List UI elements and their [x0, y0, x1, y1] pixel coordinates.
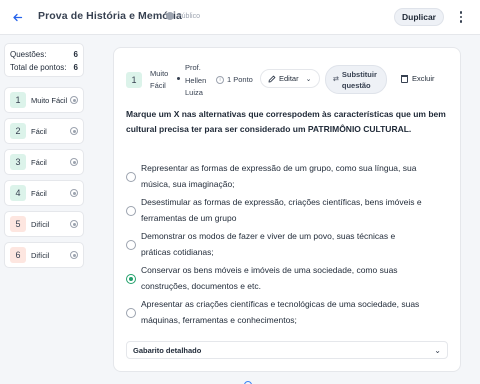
option-text: Apresentar as criações científicas e tec…: [141, 297, 419, 328]
radio-button[interactable]: [126, 205, 136, 216]
question-number-badge: 2: [10, 123, 26, 139]
radio-button-selected[interactable]: [126, 273, 136, 284]
option-text: Demonstrar os modos de fazer e viver de …: [141, 229, 395, 260]
option-line: Apresentar as criações científicas e tec…: [141, 299, 420, 309]
question-list-item[interactable]: 5 Difícil: [4, 211, 84, 237]
question-author: Prof. Hellen Luiza: [185, 62, 206, 100]
question-difficulty: Difícil: [31, 250, 50, 260]
question-number-badge: 4: [10, 185, 26, 201]
page-title: Prova de História e Memória: [38, 10, 182, 22]
option-line: Desestimular as formas de expressão, cri…: [141, 197, 422, 207]
edit-button[interactable]: Editar ⌄: [260, 69, 320, 88]
delete-label: Excluir: [412, 74, 435, 83]
question-number-badge: 1: [10, 92, 26, 108]
option-text: Desestimular as formas de expressão, cri…: [141, 195, 422, 226]
total-points-label: Total de pontos:: [10, 63, 67, 72]
option-line: construções, documentos e etc.: [141, 280, 262, 291]
question-difficulty: Difícil: [31, 219, 50, 229]
replace-label: Substituir questão: [342, 69, 377, 91]
question-difficulty: Muito Fácil: [31, 95, 68, 105]
replace-label-line: questão: [341, 80, 371, 90]
visibility-badge: Público: [166, 12, 200, 20]
chevron-down-icon: ⌄: [305, 75, 312, 83]
top-bar: Prova de História e Memória Público Dupl…: [0, 0, 480, 35]
question-list-item[interactable]: 2 Fácil: [4, 118, 84, 144]
questions-count-value: 6: [73, 50, 78, 59]
arrow-left-icon[interactable]: [9, 9, 25, 25]
replace-question-button[interactable]: ⇄ Substituir questão: [325, 65, 387, 94]
question-difficulty: Fácil: [31, 157, 47, 167]
quiz-summary: Questões: 6 Total de pontos: 6: [4, 43, 84, 77]
question-list-item[interactable]: 3 Fácil: [4, 149, 84, 175]
status-dot-icon: [70, 158, 78, 166]
question-number-badge: 5: [10, 216, 26, 232]
question-difficulty: Fácil: [31, 188, 47, 198]
question-points: i 1 Ponto: [216, 75, 253, 84]
total-points-value: 6: [73, 63, 78, 72]
status-dot-icon: [70, 251, 78, 259]
option-text: Representar as formas de expressão de um…: [141, 161, 416, 192]
difficulty-line: Fácil: [150, 81, 166, 90]
radio-button[interactable]: [126, 171, 136, 182]
option-line: música, sua imaginação;: [141, 178, 235, 189]
question-prompt: Marque um X nas alternativas que corresp…: [126, 109, 446, 134]
answer-option[interactable]: Apresentar as criações científicas e tec…: [126, 297, 448, 328]
answer-option[interactable]: Representar as formas de expressão de um…: [126, 161, 448, 192]
status-dot-icon: [70, 96, 78, 104]
chevron-down-icon: ⌄: [434, 345, 441, 355]
questions-count-label: Questões:: [10, 50, 47, 59]
feedback-label: Gabarito detalhado: [133, 345, 202, 355]
separator-dot: [177, 77, 180, 80]
answer-option[interactable]: Conservar os bens móveis e imóveis de um…: [126, 263, 448, 294]
edit-label: Editar: [279, 74, 299, 83]
question-number-badge: 3: [10, 154, 26, 170]
option-line: máquinas, ferramentas e conhecimentos;: [141, 314, 297, 325]
author-line: Luiza: [185, 88, 203, 97]
detailed-feedback-dropdown[interactable]: Gabarito detalhado ⌄: [126, 341, 448, 359]
radio-button[interactable]: [126, 307, 136, 318]
status-dot-icon: [70, 189, 78, 197]
question-card: 1 Muito Fácil Prof. Hellen Luiza i 1 Pon…: [113, 47, 461, 372]
difficulty-line: Muito: [150, 69, 169, 78]
option-text: Conservar os bens móveis e imóveis de um…: [141, 263, 398, 294]
points-label: 1 Ponto: [227, 75, 253, 84]
option-line: Representar as formas de expressão de um…: [141, 163, 417, 173]
author-line: Prof.: [185, 63, 201, 72]
question-difficulty: Muito Fácil: [150, 68, 168, 92]
answer-option[interactable]: Desestimular as formas de expressão, cri…: [126, 195, 448, 226]
duplicate-button[interactable]: Duplicar: [394, 8, 444, 26]
option-line: ferramentas de um grupo: [141, 212, 237, 223]
question-list-item[interactable]: 1 Muito Fácil: [4, 87, 84, 113]
pencil-icon: [268, 75, 276, 82]
answer-option[interactable]: Demonstrar os modos de fazer e viver de …: [126, 229, 448, 260]
swap-icon: ⇄: [333, 76, 339, 83]
author-line: Hellen: [185, 75, 207, 85]
delete-button[interactable]: Excluir: [401, 74, 435, 83]
question-list-item[interactable]: 4 Fácil: [4, 180, 84, 206]
option-line: Conservar os bens móveis e imóveis de um…: [141, 265, 398, 275]
more-vertical-icon[interactable]: [456, 9, 466, 25]
option-line: Demonstrar os modos de fazer e viver de …: [141, 231, 396, 241]
info-icon: i: [216, 75, 224, 84]
visibility-label: Público: [177, 12, 200, 20]
question-list-item[interactable]: 6 Difícil: [4, 242, 84, 268]
radio-button[interactable]: [126, 239, 136, 250]
option-line: práticas cotidianas;: [141, 246, 214, 257]
question-number-badge: 6: [10, 247, 26, 263]
globe-icon: [166, 12, 174, 20]
status-dot-icon: [70, 127, 78, 135]
question-difficulty: Fácil: [31, 126, 47, 136]
status-dot-icon: [70, 220, 78, 228]
question-number-badge: 1: [126, 72, 142, 88]
replace-label-line: Substituir: [341, 69, 377, 79]
trash-icon: [401, 74, 408, 83]
